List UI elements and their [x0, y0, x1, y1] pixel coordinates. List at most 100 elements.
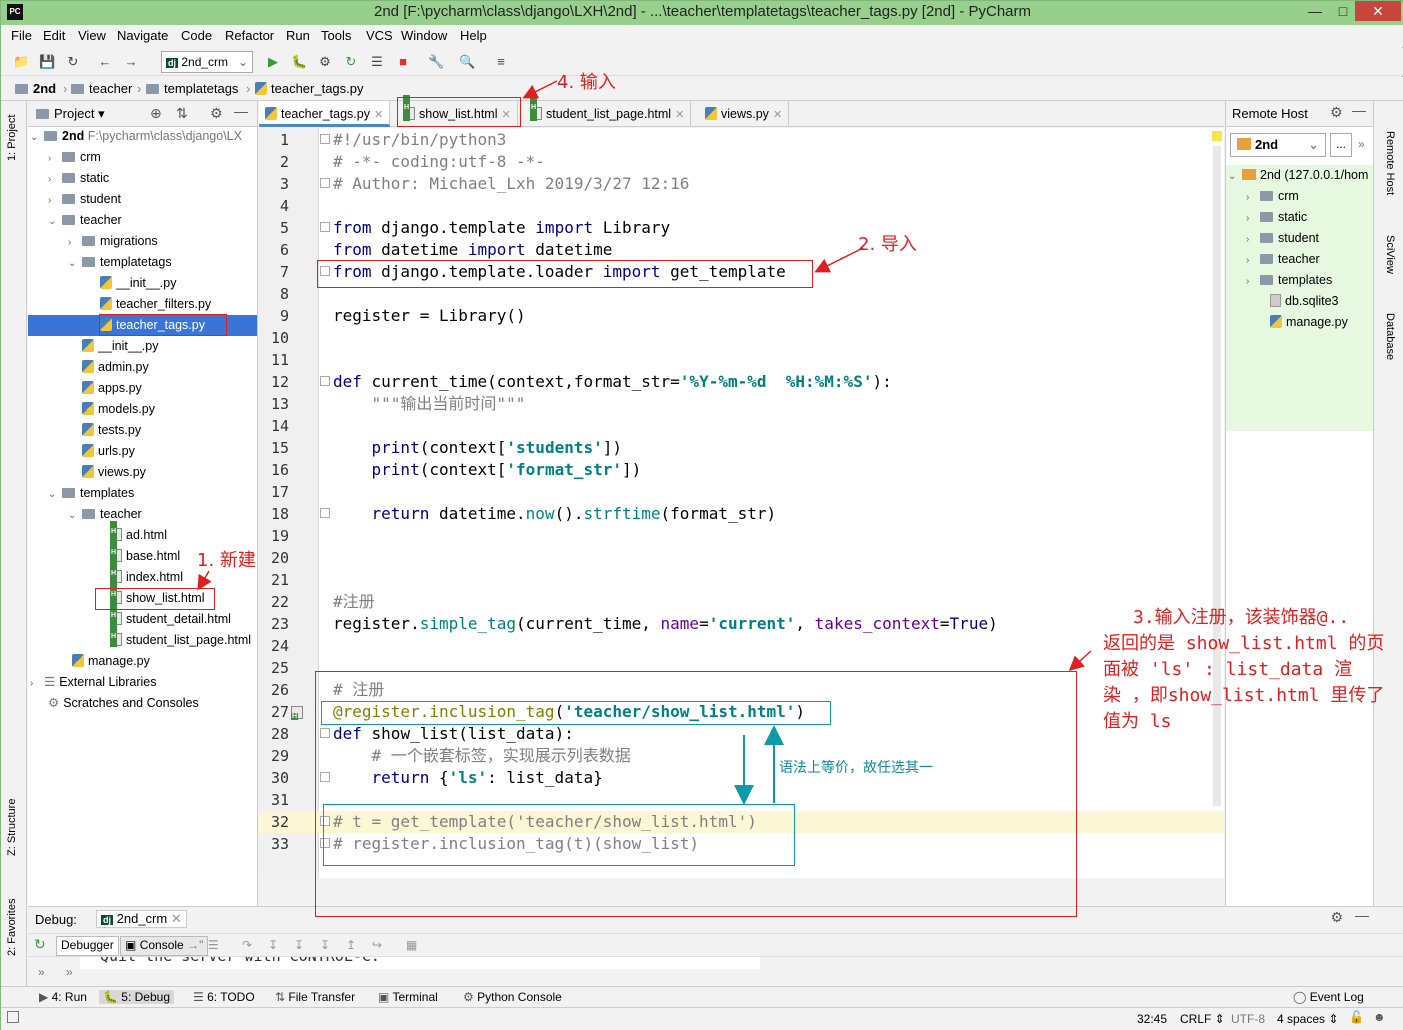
step-over-icon[interactable]: ↷	[242, 938, 252, 952]
tree-item-models[interactable]: models.py	[82, 399, 155, 420]
open-folder-icon[interactable]: 📁	[13, 54, 29, 70]
step-out-icon[interactable]: ↥	[346, 938, 356, 952]
menu-view[interactable]: View	[78, 28, 106, 43]
code-line[interactable]: from django.template import Library	[333, 217, 670, 239]
toggle-tool-windows-icon[interactable]	[7, 1011, 19, 1023]
code-line[interactable]: # Author: Michael_Lxh 2019/3/27 12:16	[333, 173, 689, 195]
tool-tab-run[interactable]: ▶ 4: Run	[39, 990, 87, 1004]
tree-item-static[interactable]: › static	[48, 168, 109, 189]
debug-session-tab[interactable]: dj 2nd_crm ✕	[96, 910, 187, 928]
profile-icon[interactable]: ↻	[343, 54, 359, 70]
expand-icon[interactable]: »	[66, 965, 73, 979]
inspection-status-icon[interactable]	[1212, 131, 1222, 141]
fold-marker[interactable]	[320, 222, 330, 232]
tree-item-crm[interactable]: › crm	[48, 147, 101, 168]
tree-item-admin[interactable]: admin.py	[82, 357, 149, 378]
tree-item-teacher[interactable]: ⌄ teacher	[48, 210, 122, 231]
tree-item-base-html[interactable]: base.html	[110, 542, 180, 567]
tool-tab-todo[interactable]: ☰ 6: TODO	[193, 990, 255, 1004]
menu-refactor[interactable]: Refactor	[225, 28, 274, 43]
fold-marker[interactable]	[320, 134, 330, 144]
coverage-icon[interactable]: ⚙	[317, 54, 333, 70]
remote-item-static[interactable]: › static	[1246, 207, 1307, 228]
sync-icon[interactable]: ↻	[65, 54, 81, 70]
run-config-select[interactable]: dj 2nd_crm ⌄	[161, 51, 253, 73]
structure-tool-tab[interactable]: Z: Structure	[6, 799, 18, 856]
tree-item-scratches[interactable]: ⚙ Scratches and Consoles	[48, 693, 199, 714]
tree-item-init-templatetags[interactable]: __init__.py	[100, 273, 176, 294]
remote-item-student[interactable]: › student	[1246, 228, 1319, 249]
save-icon[interactable]: 💾	[39, 54, 55, 70]
menu-window[interactable]: Window	[401, 28, 447, 43]
debug-icon[interactable]: 🐛	[291, 54, 307, 70]
tree-item-student[interactable]: › student	[48, 189, 121, 210]
database-tool-tab[interactable]: Database	[1384, 313, 1396, 360]
code-line[interactable]: from datetime import datetime	[333, 239, 612, 261]
fold-marker[interactable]	[320, 508, 330, 518]
breadcrumb-item-file[interactable]: teacher_tags.py	[255, 81, 364, 96]
project-tool-tab[interactable]: 1: Project	[6, 115, 18, 161]
tree-item-templates-teacher[interactable]: ⌄ teacher	[68, 504, 142, 525]
tool-tab-debug[interactable]: 🐛 5: Debug	[99, 990, 174, 1004]
evaluate-icon[interactable]: ▦	[406, 938, 417, 952]
tab-views[interactable]: views.py ✕	[699, 101, 790, 127]
code-line[interactable]: """输出当前时间"""	[333, 393, 526, 415]
remote-item-manage[interactable]: manage.py	[1270, 312, 1348, 333]
code-line[interactable]: register = Library()	[333, 305, 526, 327]
tab-debugger[interactable]: Debugger	[56, 936, 119, 956]
project-view-select[interactable]: Project ▾	[36, 106, 105, 122]
event-log[interactable]: ◯ Event Log	[1293, 990, 1364, 1004]
expand-icon[interactable]: »	[38, 965, 45, 979]
search-icon[interactable]: 🔍	[459, 54, 475, 70]
fold-marker[interactable]	[320, 178, 330, 188]
menu-vcs[interactable]: VCS	[366, 28, 393, 43]
hide-panel-icon[interactable]: —	[234, 103, 248, 119]
stop-icon[interactable]: ■	[395, 54, 411, 70]
close-tab-icon[interactable]: ✕	[374, 109, 383, 121]
close-button[interactable]: ✕	[1355, 1, 1401, 21]
tab-console[interactable]: ▣ Console →"	[120, 936, 209, 956]
code-line[interactable]: print(context['format_str'])	[333, 459, 642, 481]
concurrency-icon[interactable]: ☰	[369, 54, 385, 70]
run-icon[interactable]: ▶	[265, 54, 281, 70]
locate-icon[interactable]: ⊕	[150, 105, 162, 122]
lock-icon[interactable]: 🔓	[1349, 1010, 1364, 1024]
tree-item-index-html[interactable]: index.html	[110, 563, 183, 588]
menu-navigate[interactable]: Navigate	[117, 28, 168, 43]
remote-item-templates[interactable]: › templates	[1246, 270, 1332, 291]
favorites-tool-tab[interactable]: 2: Favorites	[6, 899, 18, 956]
code-line[interactable]: #!/usr/bin/python3	[333, 129, 506, 151]
line-separator[interactable]: CRLF ⇕	[1180, 1012, 1225, 1026]
close-tab-icon[interactable]: ✕	[773, 109, 782, 121]
menu-tools[interactable]: Tools	[321, 28, 351, 43]
remote-tree-root[interactable]: ⌄ 2nd (127.0.0.1/hom	[1228, 165, 1368, 186]
gear-icon[interactable]: ⚙	[1330, 104, 1343, 121]
breadcrumb-item-2nd[interactable]: 2nd	[15, 81, 56, 96]
force-step-into-icon[interactable]: ↧	[320, 938, 330, 952]
maximize-button[interactable]: □	[1329, 1, 1357, 21]
sciview-tool-tab[interactable]: SciView	[1384, 235, 1396, 274]
tree-item-apps[interactable]: apps.py	[82, 378, 142, 399]
remote-item-db[interactable]: db.sqlite3	[1270, 291, 1339, 312]
menu-run[interactable]: Run	[286, 28, 310, 43]
tree-item-student-detail-html[interactable]: student_detail.html	[110, 605, 231, 630]
code-line[interactable]: # -*- coding:utf-8 -*-	[333, 151, 545, 173]
close-tab-icon[interactable]: ✕	[675, 109, 684, 121]
breadcrumb-item-teacher[interactable]: teacher	[71, 81, 132, 96]
hide-panel-icon[interactable]: —	[1352, 102, 1366, 118]
browse-button[interactable]: ...	[1330, 133, 1352, 157]
back-icon[interactable]: ←	[97, 54, 113, 70]
tree-item-manage[interactable]: manage.py	[72, 651, 150, 672]
tree-item-ad-html[interactable]: ad.html	[110, 521, 167, 546]
tree-item-views[interactable]: views.py	[82, 462, 146, 483]
forward-icon[interactable]: →	[123, 54, 139, 70]
tree-item-migrations[interactable]: › migrations	[68, 231, 158, 252]
html-template-gutter-icon[interactable]	[291, 706, 307, 720]
more-icon[interactable]: »	[1358, 137, 1365, 151]
tree-item-tests[interactable]: tests.py	[82, 420, 141, 441]
menu-edit[interactable]: Edit	[43, 28, 65, 43]
minimize-button[interactable]: —	[1301, 1, 1329, 21]
tree-item-urls[interactable]: urls.py	[82, 441, 135, 462]
step-into-my-code-icon[interactable]: ↧	[294, 938, 304, 952]
console-output[interactable]: Quit the server with CONTROL-C.	[80, 957, 760, 969]
